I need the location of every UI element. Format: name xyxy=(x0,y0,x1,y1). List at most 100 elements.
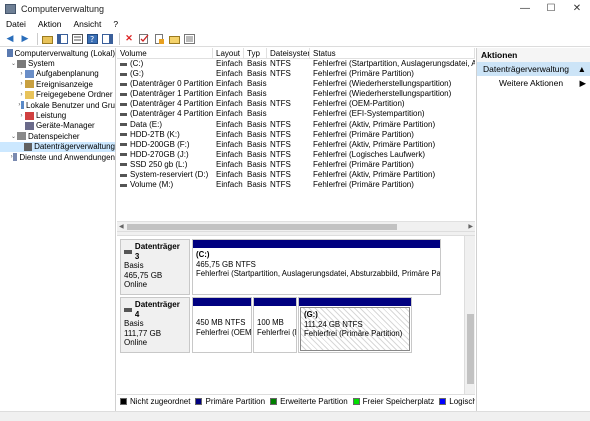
tree-item[interactable]: › Ereignisanzeige xyxy=(0,79,115,89)
collapse-up-icon[interactable]: ▲ xyxy=(578,62,586,76)
column-header-volume[interactable]: Volume xyxy=(117,48,213,58)
legend-item: Nicht zugeordnet xyxy=(120,397,190,406)
volume-layout: Einfach xyxy=(216,79,243,89)
tree-item[interactable]: Geräte-Manager xyxy=(0,121,115,131)
volume-row[interactable]: (Datenträger 1 Partition 3)Einfach Basis F… xyxy=(117,89,475,99)
clock-icon xyxy=(25,69,34,78)
volume-type: Basis xyxy=(247,69,267,79)
expand-chevron-icon[interactable]: › xyxy=(18,71,25,77)
menu-aktion[interactable]: Aktion xyxy=(32,19,68,29)
disk-row[interactable]: Datenträger 4 Basis 111,77 GB Online 450… xyxy=(120,297,463,353)
volume-status: Fehlerfrei (Primäre Partition) xyxy=(313,159,414,169)
volume-row[interactable]: (C:) Einfach Basis NTFS Fehlerfrei (Startpar… xyxy=(117,59,475,69)
tree-item[interactable]: Computerverwaltung (Lokal) xyxy=(0,48,115,58)
tree-item[interactable]: › Freigegebene Ordner xyxy=(0,90,115,100)
tree-item[interactable]: ⌄ Datenspeicher xyxy=(0,131,115,141)
tree-item[interactable]: Datenträgerverwaltung xyxy=(0,141,115,152)
column-header-type[interactable]: Typ xyxy=(244,48,267,58)
partition[interactable]: (C:) 465,75 GB NTFS Fehlerfrei (Startpar… xyxy=(192,239,441,295)
check-disk-icon[interactable] xyxy=(138,33,150,45)
volume-row[interactable]: SSD 250 gb (L:) Einfach Basis NTFS Fehlerfre… xyxy=(117,160,475,170)
help-icon[interactable]: ? xyxy=(86,33,98,45)
volume-name-cell: (Datenträger 4 Partition 1) xyxy=(117,99,213,109)
maximize-button[interactable]: ☐ xyxy=(538,0,564,17)
tree-item[interactable]: › Dienste und Anwendungen xyxy=(0,152,115,162)
volume-row[interactable]: HDD-270GB (J:) Einfach Basis NTFS Fehlerfrei… xyxy=(117,150,475,160)
toolbar-separator xyxy=(119,32,120,45)
properties-icon[interactable] xyxy=(71,33,83,45)
volume-row[interactable]: (Datenträger 4 Partition 1)Einfach BasisN… xyxy=(117,99,475,109)
volume-row[interactable]: Data (E:) Einfach Basis NTFS Fehlerfrei (Akt… xyxy=(117,120,475,130)
up-folder-icon[interactable] xyxy=(41,33,53,45)
volume-status: Fehlerfrei (OEM-Partition) xyxy=(313,99,405,109)
vertical-scroll-thumb[interactable] xyxy=(467,314,474,384)
expand-chevron-icon[interactable]: ⌄ xyxy=(10,60,17,67)
partition-size: 450 MB NTFS xyxy=(196,318,246,327)
disk-icon xyxy=(24,142,33,151)
menu-ansicht[interactable]: Ansicht xyxy=(67,19,107,29)
volume-status: Fehlerfrei (EFI-Systempartition) xyxy=(313,109,425,119)
disk-info[interactable]: Datenträger 3 Basis 465,75 GB Online xyxy=(120,239,190,295)
column-header-status[interactable]: Status xyxy=(310,48,475,58)
partition-size: 465,75 GB NTFS xyxy=(196,259,256,269)
tree-item[interactable]: › Leistung xyxy=(0,110,115,120)
disk-status: Online xyxy=(124,338,148,347)
new-document-icon[interactable] xyxy=(153,33,165,45)
tree-item-label: Computerverwaltung (Lokal) xyxy=(14,48,116,58)
horizontal-scroll-thumb[interactable] xyxy=(127,224,397,230)
minimize-button[interactable]: — xyxy=(512,0,538,17)
partition-size: 100 MB xyxy=(257,318,284,327)
volume-filesystem: NTFS xyxy=(270,170,291,180)
volume-name-cell: (C:) xyxy=(117,59,213,69)
volume-name-cell: Volume (M:) xyxy=(117,180,213,190)
vertical-scrollbar[interactable] xyxy=(464,236,475,394)
back-arrow-icon[interactable]: ◀ xyxy=(4,33,16,45)
folder-icon xyxy=(25,90,34,99)
disk-info[interactable]: Datenträger 4 Basis 111,77 GB Online xyxy=(120,297,190,353)
volume-row[interactable]: HDD-2TB (K:) Einfach Basis NTFS Fehlerfrei (… xyxy=(117,130,475,140)
volume-type: Basis xyxy=(247,180,267,190)
volume-row[interactable]: HDD-200GB (F:) Einfach Basis NTFS Fehlerfrei… xyxy=(117,140,475,150)
show-tree-icon[interactable] xyxy=(56,33,68,45)
scroll-right-icon[interactable]: ▶ xyxy=(468,223,475,230)
partition[interactable]: 450 MB NTFS Fehlerfrei (OEM xyxy=(192,297,252,353)
expand-chevron-icon[interactable]: › xyxy=(18,113,25,119)
expand-chevron-icon[interactable]: › xyxy=(18,81,25,87)
volume-row[interactable]: (G:) Einfach Basis NTFS Fehlerfrei (Primäre … xyxy=(117,69,475,79)
volume-icon xyxy=(120,82,127,86)
volume-row[interactable]: (Datenträger 4 Partition 2)Einfach Basis F… xyxy=(117,109,475,119)
volume-status: Fehlerfrei (Aktiv, Primäre Partition) xyxy=(313,139,436,149)
storage-icon xyxy=(17,132,26,141)
disk-row[interactable]: Datenträger 3 Basis 465,75 GB Online (C:… xyxy=(120,239,463,295)
close-button[interactable]: ✕ xyxy=(564,0,590,17)
more-actions-item[interactable]: Weitere Aktionen ▶ xyxy=(477,76,590,90)
volume-row[interactable]: System-reserviert (D:) Einfach Basis NTFS Fe… xyxy=(117,170,475,180)
show-action-pane-icon[interactable] xyxy=(101,33,113,45)
tree-item[interactable]: › Aufgabenplanung xyxy=(0,69,115,79)
list-view-icon[interactable] xyxy=(183,33,195,45)
actions-section-datentraegerverwaltung[interactable]: Datenträgerverwaltung ▲ xyxy=(477,62,590,76)
scroll-left-icon[interactable]: ◀ xyxy=(117,223,124,230)
volume-name: HDD-200GB (F:) xyxy=(130,139,190,149)
volume-row[interactable]: Volume (M:) Einfach Basis NTFS Fehlerfrei (P… xyxy=(117,180,475,190)
horizontal-scrollbar[interactable]: ◀ ▶ xyxy=(117,221,475,231)
expand-chevron-icon[interactable]: ⌄ xyxy=(10,133,17,140)
legend-swatch xyxy=(439,398,447,405)
volume-icon xyxy=(120,183,127,187)
column-header-layout[interactable]: Layout xyxy=(213,48,244,58)
volume-row[interactable]: (Datenträger 0 Partition 3)Einfach Basis F… xyxy=(117,79,475,89)
partition-selected[interactable]: (G:) 111,24 GB NTFS Fehlerfrei (Primäre … xyxy=(298,297,412,353)
folder-icon[interactable] xyxy=(168,33,180,45)
tree-item-label: Lokale Benutzer und Gru xyxy=(26,100,115,110)
expand-chevron-icon[interactable]: › xyxy=(18,92,25,98)
delete-icon[interactable]: ✕ xyxy=(123,33,135,45)
tree-item[interactable]: › Lokale Benutzer und Gru xyxy=(0,100,115,110)
menu-help[interactable]: ? xyxy=(107,19,124,29)
partition-title: (C:) xyxy=(196,250,210,259)
title-bar: Computerverwaltung — ☐ ✕ xyxy=(0,0,590,17)
forward-arrow-icon[interactable]: ▶ xyxy=(19,33,31,45)
menu-datei[interactable]: Datei xyxy=(0,19,32,29)
tree-item[interactable]: ⌄ System xyxy=(0,58,115,68)
partition[interactable]: 100 MB Fehlerfrei (E xyxy=(253,297,297,353)
column-header-filesystem[interactable]: Dateisystem xyxy=(267,48,310,58)
